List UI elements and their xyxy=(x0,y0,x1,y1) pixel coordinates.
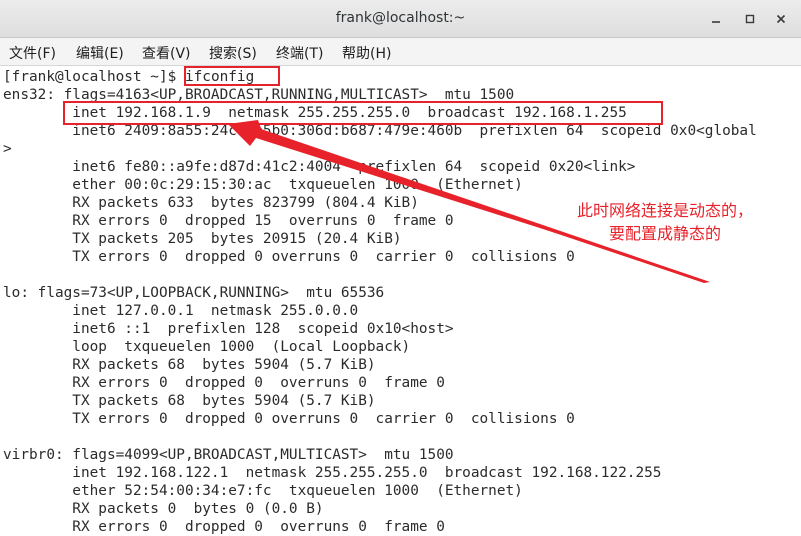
output-line: inet 192.168.122.1 netmask 255.255.255.0… xyxy=(3,465,662,481)
title-bar: frank@localhost:~ xyxy=(0,0,801,38)
output-line: TX errors 0 dropped 0 overruns 0 carrier… xyxy=(3,249,575,265)
annotation-text: 此时网络连接是动态的， 要配置成静态的 xyxy=(540,199,790,245)
output-line: RX errors 0 dropped 0 overruns 0 frame 0 xyxy=(3,519,445,535)
menu-terminal[interactable]: 终端(T) xyxy=(276,43,323,63)
ip-highlight-box xyxy=(63,101,663,125)
output-line: TX packets 205 bytes 20915 (20.4 KiB) xyxy=(3,231,402,247)
annotation-line-2: 要配置成静态的 xyxy=(608,224,721,243)
annotation-line-1: 此时网络连接是动态的， xyxy=(576,201,753,220)
output-line: RX packets 633 bytes 823799 (804.4 KiB) xyxy=(3,195,419,211)
output-line: inet6 fe80::a9fe:d87d:41c2:4004 prefixle… xyxy=(3,159,636,175)
minimize-icon[interactable] xyxy=(705,8,727,30)
output-line: > xyxy=(3,141,12,157)
terminal-output[interactable]: [frank@localhost ~]$ ifconfig ens32: fla… xyxy=(0,66,801,536)
output-line: TX errors 0 dropped 0 overruns 0 carrier… xyxy=(3,411,575,427)
output-line: ether 00:0c:29:15:30:ac txqueuelen 1000 … xyxy=(3,177,523,193)
output-line: RX packets 68 bytes 5904 (5.7 KiB) xyxy=(3,357,376,373)
menu-file[interactable]: 文件(F) xyxy=(9,43,56,63)
output-line: inet 127.0.0.1 netmask 255.0.0.0 xyxy=(3,303,359,319)
output-line: lo: flags=73<UP,LOOPBACK,RUNNING> mtu 65… xyxy=(3,285,385,301)
output-line: RX errors 0 dropped 15 overruns 0 frame … xyxy=(3,213,454,229)
window-title: frank@localhost:~ xyxy=(335,10,466,26)
menu-help[interactable]: 帮助(H) xyxy=(342,43,391,63)
output-line: RX packets 0 bytes 0 (0.0 B) xyxy=(3,501,324,517)
menu-search[interactable]: 搜索(S) xyxy=(209,43,257,63)
command-highlight-box xyxy=(184,66,280,86)
close-icon[interactable] xyxy=(770,8,792,30)
menu-bar: 文件(F) 编辑(E) 查看(V) 搜索(S) 终端(T) 帮助(H) xyxy=(0,38,801,66)
output-line: loop txqueuelen 1000 (Local Loopback) xyxy=(3,339,411,355)
output-line: RX errors 0 dropped 0 overruns 0 frame 0 xyxy=(3,375,445,391)
output-line: ether 52:54:00:34:e7:fc txqueuelen 1000 … xyxy=(3,483,523,499)
shell-prompt: [frank@localhost ~]$ xyxy=(3,69,185,85)
output-line: virbr0: flags=4099<UP,BROADCAST,MULTICAS… xyxy=(3,447,454,463)
output-line: inet6 ::1 prefixlen 128 scopeid 0x10<hos… xyxy=(3,321,454,337)
maximize-icon[interactable] xyxy=(739,8,761,30)
output-line: TX packets 68 bytes 5904 (5.7 KiB) xyxy=(3,393,376,409)
menu-edit[interactable]: 编辑(E) xyxy=(76,43,124,63)
menu-view[interactable]: 查看(V) xyxy=(142,43,191,63)
